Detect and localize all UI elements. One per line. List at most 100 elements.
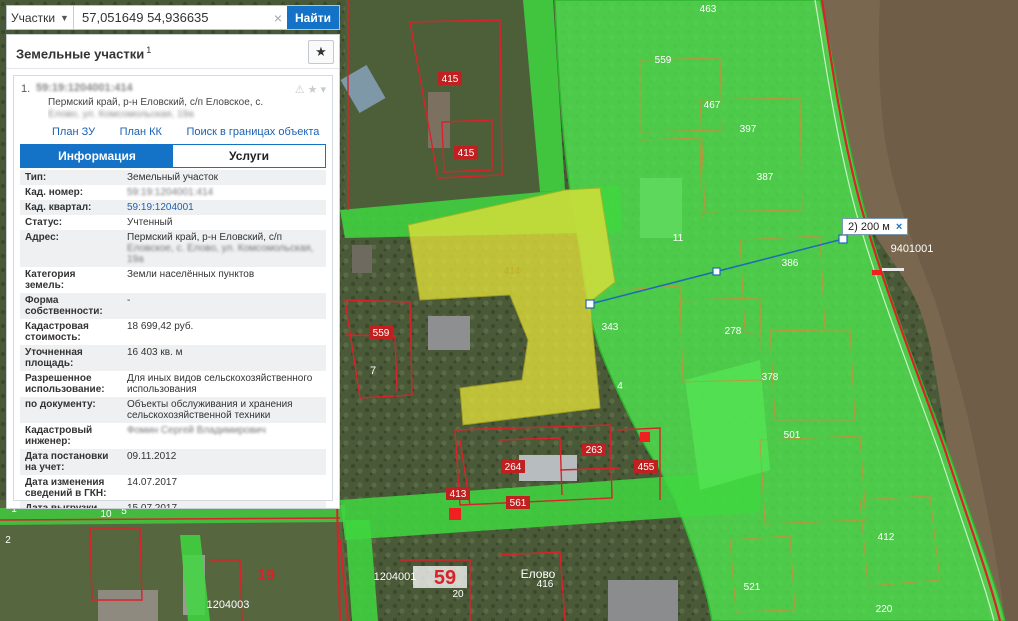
info-row: Статус: Учтенный bbox=[20, 215, 326, 230]
building bbox=[428, 316, 470, 350]
info-row: Дата постановки на учет: 09.11.2012 bbox=[20, 449, 326, 475]
info-row: Тип: Земельный участок bbox=[20, 170, 326, 185]
info-key: Кадастровый инженер: bbox=[25, 425, 93, 447]
map-label: 264 bbox=[505, 462, 522, 473]
info-row: Дата выгрузки сведений из ГКН: 15.07.2017 bbox=[20, 501, 326, 509]
search-input[interactable] bbox=[74, 6, 269, 29]
info-value: 18 699,42 руб. bbox=[127, 321, 194, 332]
info-key: Кад. номер: bbox=[25, 187, 84, 198]
clear-icon[interactable]: × bbox=[269, 6, 287, 29]
info-key: Разрешенное использование: bbox=[25, 373, 105, 395]
info-row: Уточненная площадь: 16 403 кв. м bbox=[20, 345, 326, 371]
map-label: 416 bbox=[537, 579, 554, 590]
info-value: Земельный участок bbox=[127, 172, 219, 183]
building bbox=[98, 590, 158, 621]
info-row: по документу: Объекты обслуживания и хран… bbox=[20, 397, 326, 423]
info-row: Кад. квартал: 59:19:1204001 bbox=[20, 200, 326, 215]
info-value: - bbox=[127, 295, 131, 306]
map-label: 397 bbox=[740, 124, 757, 135]
map-label: 559 bbox=[373, 328, 390, 339]
item-cad-number[interactable]: 59:19:1204001:414 bbox=[36, 82, 133, 94]
favorite-button[interactable]: ★ bbox=[308, 40, 334, 64]
map-label: 9401001 bbox=[891, 243, 934, 255]
map-label: 501 bbox=[784, 430, 801, 441]
star-icon[interactable]: ★ bbox=[308, 83, 318, 96]
item-address: Пермский край, р-н Еловский, с/п Еловско… bbox=[48, 97, 264, 120]
info-key: Дата постановки на учет: bbox=[25, 451, 109, 473]
warning-icon[interactable]: ⚠ bbox=[295, 83, 305, 96]
info-row: Кадастровая стоимость: 18 699,42 руб. bbox=[20, 319, 326, 345]
chevron-down-icon: ▼ bbox=[60, 12, 69, 23]
map-label: 343 bbox=[602, 322, 619, 333]
info-key: Форма собственности: bbox=[25, 295, 103, 317]
map-label: 4 bbox=[617, 381, 623, 392]
map-label: 414 bbox=[504, 266, 521, 277]
map-label: 220 bbox=[876, 604, 893, 615]
info-table: Тип: Земельный участок Кад. номер: 59:19:12… bbox=[20, 170, 326, 509]
info-value: 15.07.2017 bbox=[127, 503, 178, 509]
tab-services[interactable]: Услуги bbox=[173, 145, 325, 167]
result-item[interactable]: 1. 59:19:1204001:414 Пермский край, р-н … bbox=[14, 76, 332, 122]
info-value: Земли населённых пунктов bbox=[127, 269, 255, 280]
map-label: 467 bbox=[704, 100, 721, 111]
road-band bbox=[685, 360, 770, 490]
measure-handle-mid[interactable] bbox=[712, 267, 721, 276]
info-key: по документу: bbox=[25, 399, 96, 410]
info-value: Для иных видов сельскохозяйственного исп… bbox=[127, 373, 313, 395]
result-card: 1. 59:19:1204001:414 Пермский край, р-н … bbox=[13, 75, 333, 508]
info-value: 14.07.2017 bbox=[127, 477, 178, 488]
search-bar: Участки ▼ × Найти bbox=[6, 5, 340, 30]
info-row: Кадастровый инженер: Фомин Сергей Владими… bbox=[20, 423, 326, 449]
map-label: 1204001 bbox=[374, 571, 417, 583]
map-label: 387 bbox=[757, 172, 774, 183]
item-icons: ⚠ ★ ▾ bbox=[295, 83, 326, 96]
measure-distance: 2) 200 м bbox=[848, 220, 890, 233]
info-value: Учтенный bbox=[127, 217, 173, 228]
results-panel: Земельные участки 1 ★ 1. 59:19:1204001:41… bbox=[6, 34, 340, 509]
map-label: 20 bbox=[452, 589, 464, 600]
info-value: 16 403 кв. м bbox=[127, 347, 183, 358]
info-key: Кад. квартал: bbox=[25, 202, 92, 213]
tab-info[interactable]: Информация bbox=[21, 145, 173, 167]
result-count: 1 bbox=[146, 45, 152, 55]
pier bbox=[882, 268, 904, 271]
info-key: Статус: bbox=[25, 217, 63, 228]
map-label: 278 bbox=[725, 326, 742, 337]
map-label: 11 bbox=[673, 233, 684, 244]
panel-header: Земельные участки 1 ★ bbox=[7, 35, 339, 69]
info-value: Объекты обслуживания и хранения сельскох… bbox=[127, 399, 293, 421]
map-label: 263 bbox=[586, 445, 603, 456]
red-marker bbox=[640, 432, 650, 442]
map-label: 413 bbox=[450, 489, 467, 500]
search-button[interactable]: Найти bbox=[287, 6, 339, 29]
info-key: Кадастровая стоимость: bbox=[25, 321, 89, 343]
close-icon[interactable]: × bbox=[896, 221, 902, 233]
map-label: 463 bbox=[700, 4, 717, 15]
menu-icon[interactable]: ▾ bbox=[320, 83, 326, 96]
map-label: 415 bbox=[442, 74, 459, 85]
info-row: Кад. номер: 59:19:1204001:414 bbox=[20, 185, 326, 200]
info-value[interactable]: 59:19:1204001 bbox=[117, 202, 326, 213]
info-row: Разрешенное использование: Для иных видов… bbox=[20, 371, 326, 397]
search-type-select[interactable]: Участки ▼ bbox=[7, 6, 74, 29]
measure-handle-end[interactable] bbox=[838, 234, 848, 244]
item-number: 1. bbox=[21, 83, 31, 95]
info-key: Дата выгрузки сведений из ГКН: bbox=[25, 503, 98, 509]
map-label: 1204003 bbox=[207, 599, 250, 611]
map-label: 19 bbox=[257, 567, 275, 584]
star-icon: ★ bbox=[315, 44, 327, 59]
tabs: Информация Услуги bbox=[20, 144, 326, 168]
info-value: Фомин Сергей Владимирович bbox=[127, 425, 266, 436]
info-key: Дата изменения сведений в ГКН: bbox=[25, 477, 107, 499]
map-label: 7 bbox=[370, 365, 376, 377]
building bbox=[608, 580, 678, 621]
info-row: Категория земель: Земли населённых пункто… bbox=[20, 267, 326, 293]
map-label: 561 bbox=[510, 498, 527, 509]
info-value: Пермский край, р-н Еловский, с/п Еловское… bbox=[127, 232, 314, 265]
panel-title: Земельные участки 1 bbox=[16, 45, 152, 62]
info-row: Адрес: Пермский край, р-н Еловский, с/п Ел… bbox=[20, 230, 326, 267]
red-marker bbox=[449, 508, 461, 520]
map-label: 2 bbox=[5, 535, 11, 546]
map-label: 10 bbox=[100, 509, 112, 520]
measure-handle-start[interactable] bbox=[585, 299, 595, 309]
